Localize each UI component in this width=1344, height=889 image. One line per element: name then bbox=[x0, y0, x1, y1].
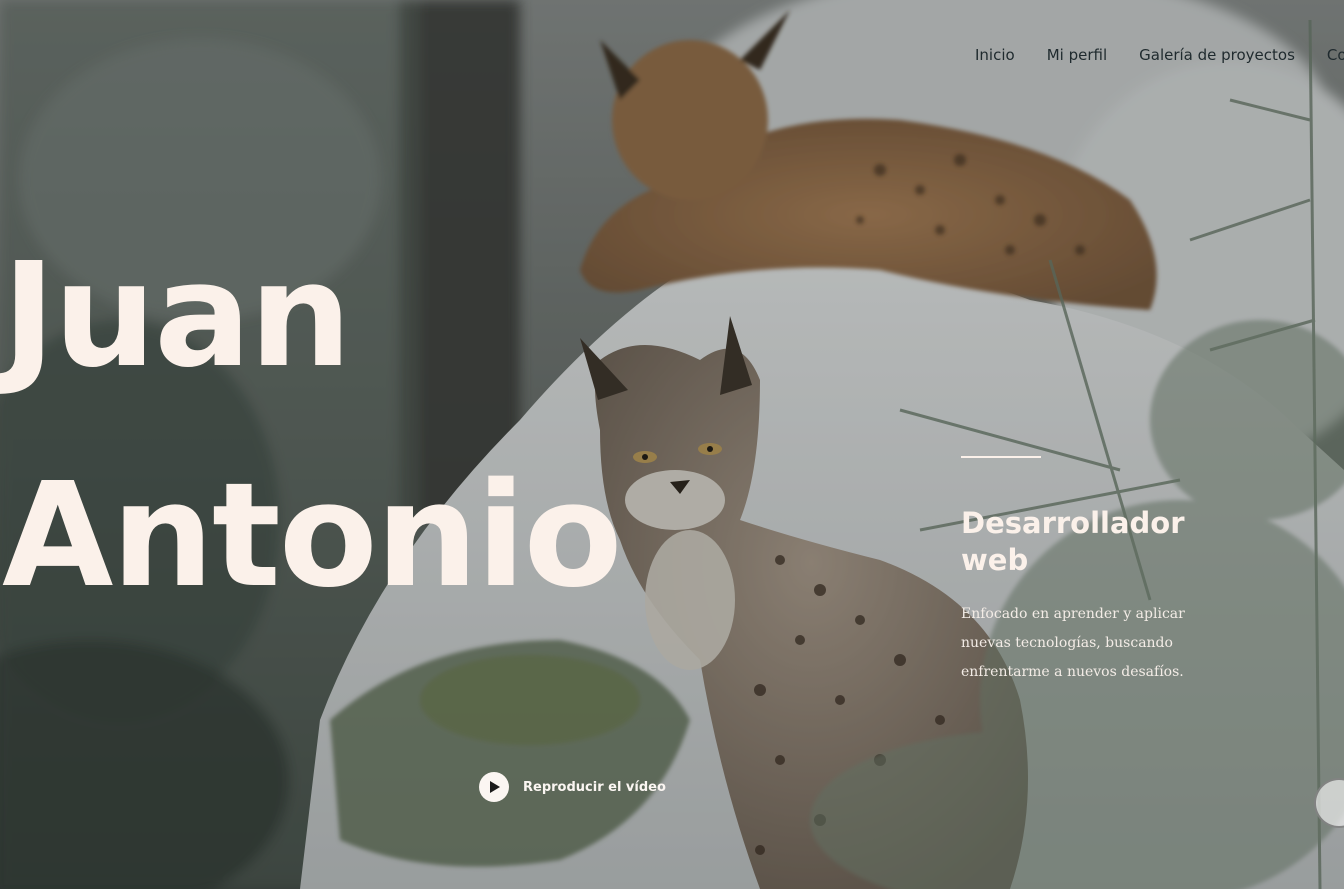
hero-section: Inicio Mi perfil Galería de proyectos Co… bbox=[0, 0, 1344, 889]
play-video-label: Reproducir el vídeo bbox=[523, 779, 666, 795]
nav-link-mi-perfil[interactable]: Mi perfil bbox=[1047, 46, 1107, 64]
nav-link-galeria-proyectos[interactable]: Galería de proyectos bbox=[1139, 46, 1295, 64]
hero-subtitle: Desarrollador web bbox=[961, 506, 1185, 577]
play-video-button[interactable]: Reproducir el vídeo bbox=[479, 772, 666, 802]
nav-link-inicio[interactable]: Inicio bbox=[975, 46, 1015, 64]
play-icon bbox=[479, 772, 509, 802]
hero-description: Enfocado en aprender y aplicar nuevas te… bbox=[961, 606, 1185, 680]
main-nav: Inicio Mi perfil Galería de proyectos Co… bbox=[975, 46, 1344, 64]
hero-background-image bbox=[0, 0, 1344, 889]
hero-title-first-name: Juan bbox=[2, 231, 352, 399]
subtitle-divider bbox=[961, 456, 1041, 458]
nav-link-contacto[interactable]: Contác bbox=[1327, 46, 1344, 64]
hero-title-last-name: Antonio bbox=[2, 451, 623, 619]
